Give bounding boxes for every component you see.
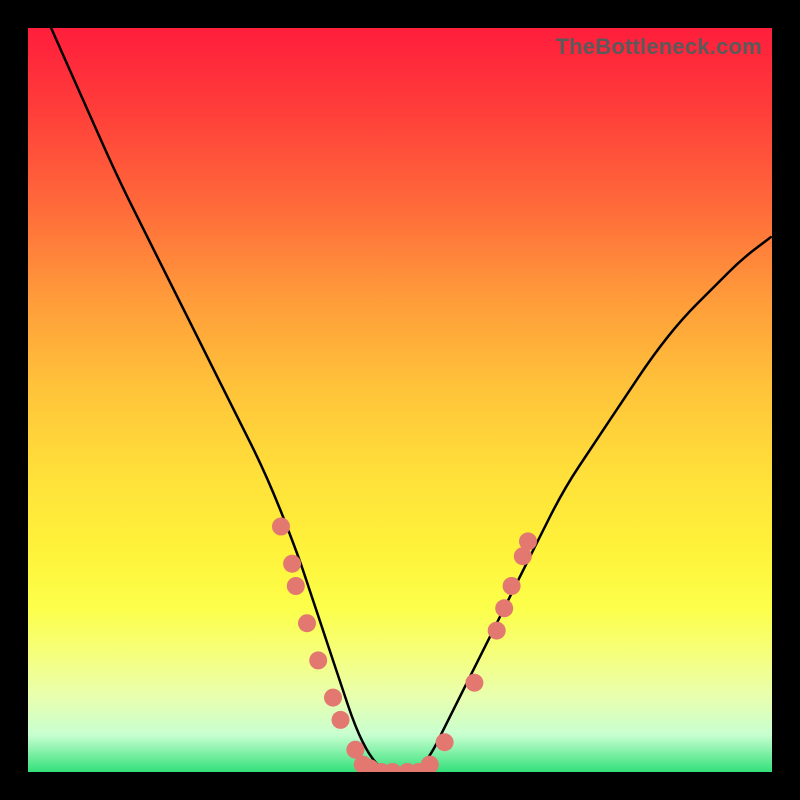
chart-overlay [28,28,772,772]
curve-marker [436,733,454,751]
curve-markers [272,518,537,773]
curve-marker [309,651,327,669]
curve-marker [283,555,301,573]
curve-marker [421,756,439,772]
curve-marker [324,689,342,707]
curve-marker [503,577,521,595]
plot-area: TheBottleneck.com [28,28,772,772]
chart-frame: TheBottleneck.com [0,0,800,800]
bottleneck-curve [28,28,772,772]
curve-marker [298,614,316,632]
curve-marker [495,599,513,617]
curve-marker [287,577,305,595]
curve-marker [488,622,506,640]
curve-marker [332,711,350,729]
curve-marker [465,674,483,692]
curve-marker [519,532,537,550]
curve-marker [272,518,290,536]
